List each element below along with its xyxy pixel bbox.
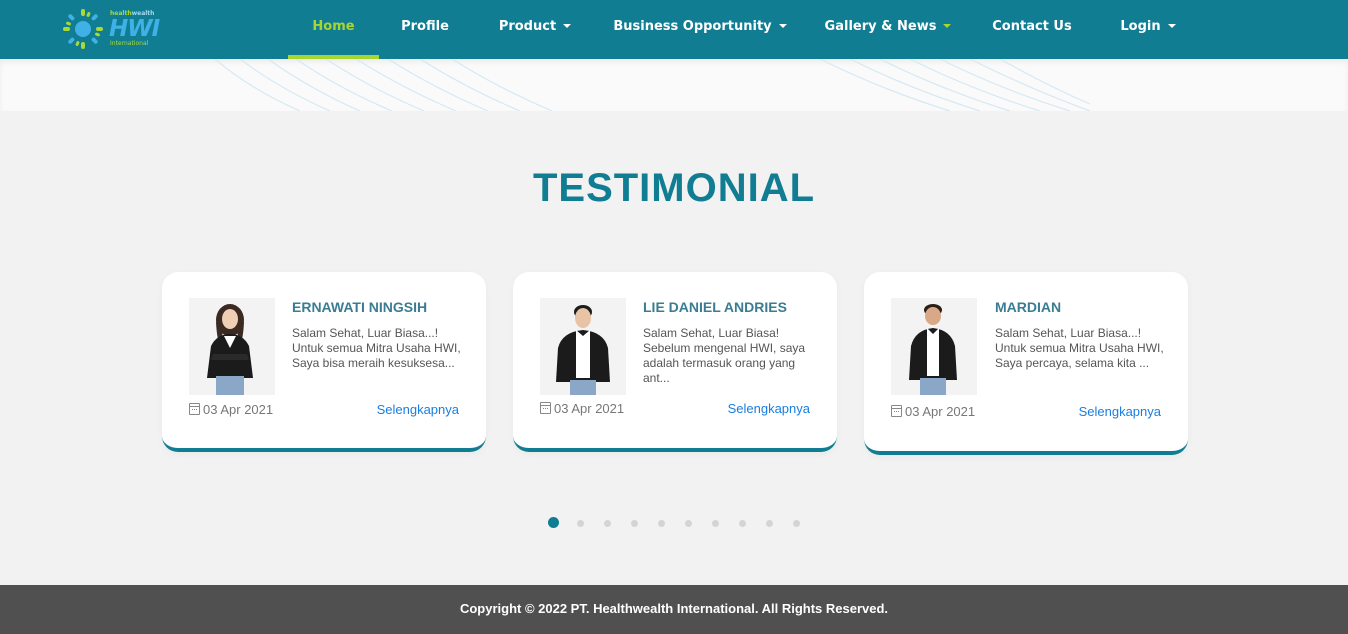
calendar-icon	[189, 403, 200, 415]
carousel-dot-10[interactable]	[793, 520, 800, 527]
active-nav-indicator	[288, 55, 379, 59]
nav-profile[interactable]: Profile	[393, 0, 457, 59]
carousel-dot-6[interactable]	[685, 520, 692, 527]
logo-wordmark: HWI	[109, 16, 160, 42]
logo-subtitle: International	[110, 40, 149, 47]
read-more-link[interactable]: Selengkapnya	[377, 402, 459, 417]
read-more-link[interactable]: Selengkapnya	[1079, 404, 1161, 419]
nav-business-opportunity[interactable]: Business Opportunity	[612, 0, 788, 59]
nav-home-label: Home	[312, 19, 355, 34]
nav-product-label: Product	[498, 19, 557, 34]
testimonial-date: 03 Apr 2021	[891, 404, 975, 419]
nav-login[interactable]: Login	[1113, 0, 1183, 59]
carousel-dot-8[interactable]	[739, 520, 746, 527]
testimonial-excerpt: Salam Sehat, Luar Biasa...! Untuk semua …	[995, 326, 1164, 370]
nav-profile-label: Profile	[401, 19, 449, 34]
carousel-dot-3[interactable]	[604, 520, 611, 527]
testimonial-excerpt: Salam Sehat, Luar Biasa...! Untuk semua …	[292, 326, 461, 370]
nav-home[interactable]: Home	[288, 0, 379, 59]
testimonial-date: 03 Apr 2021	[189, 402, 273, 417]
testimonial-date-text: 03 Apr 2021	[203, 402, 274, 417]
testimonial-date-text: 03 Apr 2021	[905, 404, 976, 419]
footer: Copyright © 2022 PT. Healthwealth Intern…	[0, 585, 1348, 634]
chevron-down-icon	[778, 23, 787, 28]
carousel-dot-9[interactable]	[766, 520, 773, 527]
testimonial-card: LIE DANIEL ANDRIES Salam Sehat, Luar Bia…	[513, 272, 837, 452]
testimonial-photo	[891, 298, 977, 395]
person-male-icon	[556, 305, 610, 395]
testimonial-name: LIE DANIEL ANDRIES	[643, 299, 787, 315]
carousel-dot-1[interactable]	[548, 517, 559, 528]
calendar-icon	[540, 402, 551, 414]
testimonial-card: ERNAWATI NINGSIH Salam Sehat, Luar Biasa…	[162, 272, 486, 452]
section-title: TESTIMONIAL	[532, 166, 816, 210]
decorative-lines	[214, 59, 1091, 111]
calendar-icon	[891, 405, 902, 417]
chevron-down-icon	[943, 23, 952, 28]
nav-product[interactable]: Product	[490, 0, 580, 59]
brand-logo[interactable]: healthwealth HWI International	[62, 8, 160, 50]
sun-logo-icon	[63, 9, 103, 49]
nav-gallery-news-label: Gallery & News	[824, 19, 937, 34]
testimonial-card: MARDIAN Salam Sehat, Luar Biasa...! Untu…	[864, 272, 1188, 455]
carousel-pagination	[0, 517, 1348, 529]
person-male-icon	[909, 304, 957, 395]
copyright-text: Copyright © 2022 PT. Healthwealth Intern…	[459, 601, 889, 616]
carousel-dot-7[interactable]	[712, 520, 719, 527]
nav-business-opportunity-label: Business Opportunity	[613, 19, 772, 34]
carousel-dot-4[interactable]	[631, 520, 638, 527]
carousel-dot-5[interactable]	[658, 520, 665, 527]
nav-login-label: Login	[1120, 19, 1161, 34]
testimonial-photo	[540, 298, 626, 395]
testimonial-name: MARDIAN	[995, 299, 1062, 315]
chevron-down-icon	[563, 23, 572, 28]
navbar: healthwealth HWI International Home Prof…	[0, 0, 1348, 59]
testimonial-name: ERNAWATI NINGSIH	[292, 299, 428, 315]
nav-contact-us-label: Contact Us	[992, 19, 1072, 34]
hero-banner-bottom	[0, 59, 1348, 111]
nav-gallery-news[interactable]: Gallery & News	[823, 0, 953, 59]
testimonial-date-text: 03 Apr 2021	[554, 401, 625, 416]
testimonial-date: 03 Apr 2021	[540, 401, 624, 416]
testimonial-photo	[189, 298, 275, 395]
testimonial-excerpt: Salam Sehat, Luar Biasa! Sebelum mengena…	[643, 326, 806, 385]
carousel-dot-2[interactable]	[577, 520, 584, 527]
person-female-icon	[207, 304, 253, 395]
read-more-link[interactable]: Selengkapnya	[728, 401, 810, 416]
chevron-down-icon	[1167, 23, 1176, 28]
nav-contact-us[interactable]: Contact Us	[987, 0, 1077, 59]
